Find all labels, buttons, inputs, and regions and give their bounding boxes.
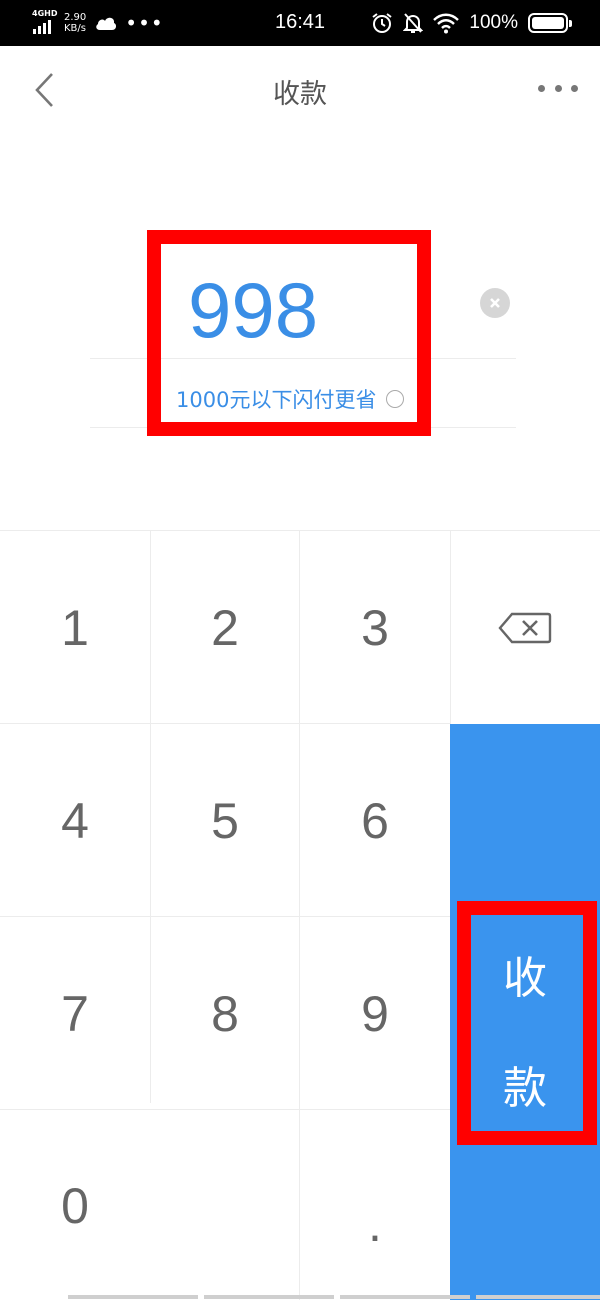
wifi-icon — [433, 13, 460, 34]
battery-icon — [528, 13, 572, 33]
key-3[interactable]: 3 — [300, 531, 450, 724]
delete-key[interactable] — [450, 531, 600, 724]
key-4[interactable]: 4 — [0, 724, 150, 917]
status-right: 100% — [371, 10, 572, 36]
mute-bell-icon — [403, 13, 424, 33]
more-options-button[interactable] — [538, 78, 578, 98]
grid-line — [450, 531, 451, 724]
home-indicator — [68, 1295, 600, 1300]
key-5[interactable]: 5 — [150, 724, 300, 917]
key-decimal[interactable]: . — [300, 1110, 450, 1300]
more-dots-icon — [538, 84, 545, 92]
close-icon — [490, 298, 500, 308]
key-0[interactable]: 0 — [0, 1110, 150, 1300]
key-8[interactable]: 8 — [150, 917, 300, 1110]
collect-payment-button[interactable]: 收 款 — [450, 724, 600, 1300]
clear-amount-button[interactable] — [480, 288, 510, 318]
backspace-icon — [498, 612, 552, 643]
key-6[interactable]: 6 — [300, 724, 450, 917]
amount-area: 998 1000元以下闪付更省 — [0, 132, 600, 530]
grid-line — [0, 1109, 450, 1110]
page-title: 收款 — [273, 79, 327, 110]
alarm-icon — [372, 13, 392, 33]
battery-percent: 100% — [469, 12, 518, 33]
status-bar: 4GHD 2.90 KB/s ••• 16:41 100% — [0, 0, 600, 46]
key-9[interactable]: 9 — [300, 917, 450, 1110]
grid-line — [0, 916, 450, 917]
key-2[interactable]: 2 — [150, 531, 300, 724]
key-1[interactable]: 1 — [0, 531, 150, 724]
grid-line — [150, 531, 151, 1103]
highlight-box-amount — [147, 230, 431, 436]
nav-bar: 收款 — [0, 46, 600, 132]
key-7[interactable]: 7 — [0, 917, 150, 1110]
grid-line — [0, 723, 450, 724]
numeric-keypad: 1 2 3 4 5 6 7 8 9 0 . 收 款 — [0, 530, 600, 1300]
highlight-box-submit — [457, 901, 597, 1145]
